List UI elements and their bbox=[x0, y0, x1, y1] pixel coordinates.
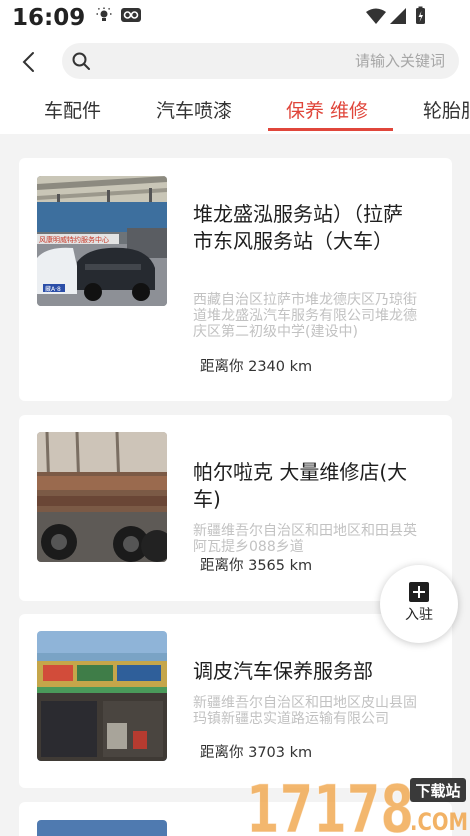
listing-title: 堆龙盛泓服务站）（拉萨市东风服务站（大车） bbox=[193, 202, 403, 253]
tab-maintenance-repair[interactable]: 保养 维修 bbox=[286, 96, 368, 123]
brightness-icon bbox=[96, 7, 112, 21]
search-icon bbox=[72, 52, 90, 70]
listing-card[interactable]: 调皮汽车保养服务部 新疆维吾尔自治区和田地区皮山县固玛镇新疆忠实道路运输有限公司… bbox=[19, 614, 452, 788]
back-arrow-icon bbox=[22, 52, 34, 72]
status-time: 16:09 bbox=[12, 5, 86, 31]
category-tabs: 车配件 汽车喷漆 保养 维修 轮胎服 bbox=[0, 88, 470, 134]
watermark-badge: 下载站 bbox=[415, 782, 460, 800]
watermark-number: 17178 bbox=[246, 771, 414, 836]
listing-distance: 距离你 3703 km bbox=[200, 745, 313, 761]
listing-image bbox=[37, 432, 167, 562]
app-notification-icon bbox=[121, 8, 141, 22]
listing-card[interactable]: 风康明威特约服务中心 藏A·8 堆龙盛泓服务站）（拉萨市东风服务站（大车） 西藏… bbox=[19, 158, 452, 401]
search-box[interactable] bbox=[62, 43, 459, 79]
listing-title: 帕尔啦克 大量维修店(大车) bbox=[193, 460, 408, 511]
tab-car-parts[interactable]: 车配件 bbox=[44, 96, 101, 123]
tab-car-painting[interactable]: 汽车喷漆 bbox=[156, 96, 232, 123]
search-bar bbox=[0, 38, 470, 88]
watermark-logo: 17178 下载站 .COM bbox=[246, 771, 468, 836]
plus-icon bbox=[409, 582, 429, 602]
signal-battery-icons bbox=[366, 6, 425, 24]
status-bar: 16:09 bbox=[0, 0, 470, 38]
listing-distance: 距离你 2340 km bbox=[200, 359, 313, 375]
listing-address: 新疆维吾尔自治区和田地区皮山县固玛镇新疆忠实道路运输有限公司 bbox=[193, 695, 417, 727]
listing-address: 西藏自治区拉萨市堆龙德庆区乃琼街道堆龙盛泓汽车服务有限公司堆龙德庆区第二初级中学… bbox=[193, 292, 417, 340]
watermark-domain: .COM bbox=[410, 808, 468, 836]
search-input[interactable] bbox=[102, 43, 445, 79]
image-plate-text: 藏A·8 bbox=[45, 285, 61, 293]
active-tab-indicator bbox=[268, 128, 393, 131]
listing-address: 新疆维吾尔自治区和田地区和田县英阿瓦提乡088乡道 bbox=[193, 523, 417, 555]
listing-image bbox=[37, 820, 167, 836]
join-button[interactable]: 入驻 bbox=[380, 565, 458, 643]
image-sign-text: 风康明威特约服务中心 bbox=[39, 235, 109, 244]
join-button-label: 入驻 bbox=[405, 607, 433, 623]
listing-title: 调皮汽车保养服务部 bbox=[193, 659, 373, 683]
listing-image: 风康明威特约服务中心 藏A·8 bbox=[37, 176, 167, 306]
tab-tire-service[interactable]: 轮胎服 bbox=[423, 96, 470, 123]
listing-distance: 距离你 3565 km bbox=[200, 558, 313, 574]
listing-image bbox=[37, 631, 167, 761]
listing-card[interactable]: 帕尔啦克 大量维修店(大车) 新疆维吾尔自治区和田地区和田县英阿瓦提乡088乡道… bbox=[19, 415, 452, 601]
back-button[interactable] bbox=[14, 48, 42, 76]
